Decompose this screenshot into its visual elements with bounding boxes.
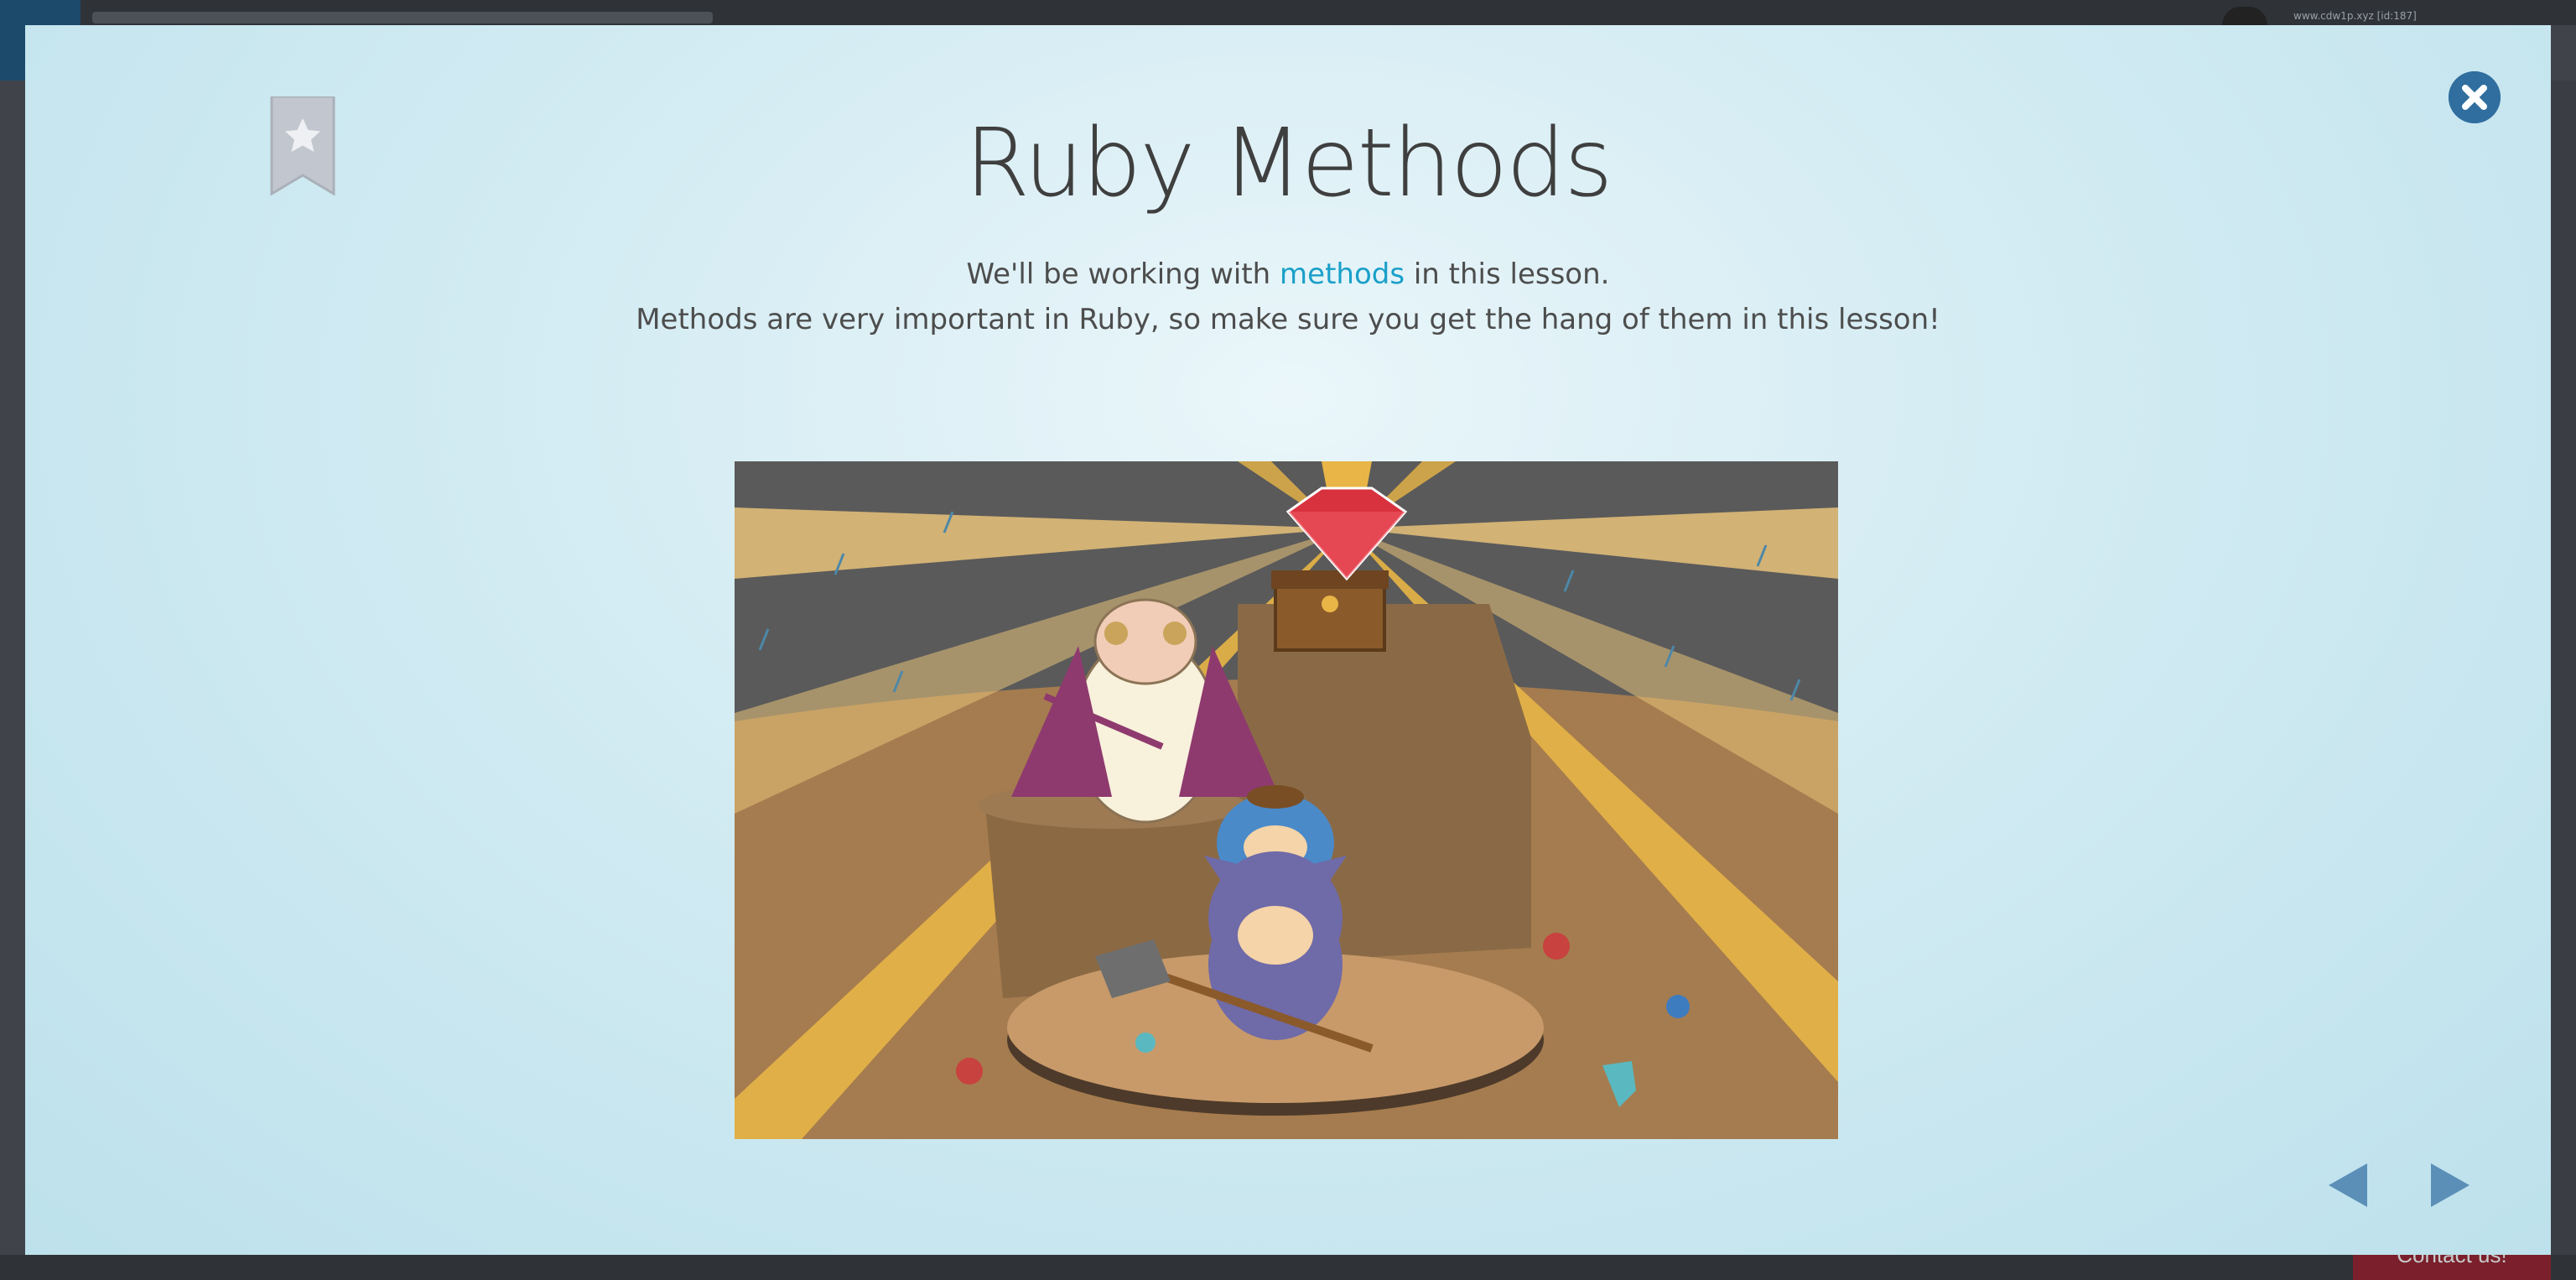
description-text-before: We'll be working with [966,258,1280,291]
background-search-bar [92,12,713,23]
lesson-illustration [735,461,1838,1139]
description-text-after: in this lesson. [1405,258,1610,291]
arrow-right-icon[interactable] [2429,1162,2471,1209]
description-line-1: We'll be working with methods in this le… [25,252,2551,297]
lesson-intro-modal: Ruby Methods We'll be working with metho… [25,25,2551,1255]
background-bottom-bar [0,1255,2576,1280]
lesson-description: We'll be working with methods in this le… [25,252,2551,342]
description-line-2: Methods are very important in Ruby, so m… [636,303,1940,336]
methods-highlight: methods [1280,258,1405,291]
arrow-left-icon[interactable] [2327,1162,2369,1209]
background-scrollbar [2551,81,2576,1255]
background-user-text: www.cdw1p.xyz [id:187] [2293,10,2417,22]
lesson-title: Ruby Methods [964,109,1613,218]
